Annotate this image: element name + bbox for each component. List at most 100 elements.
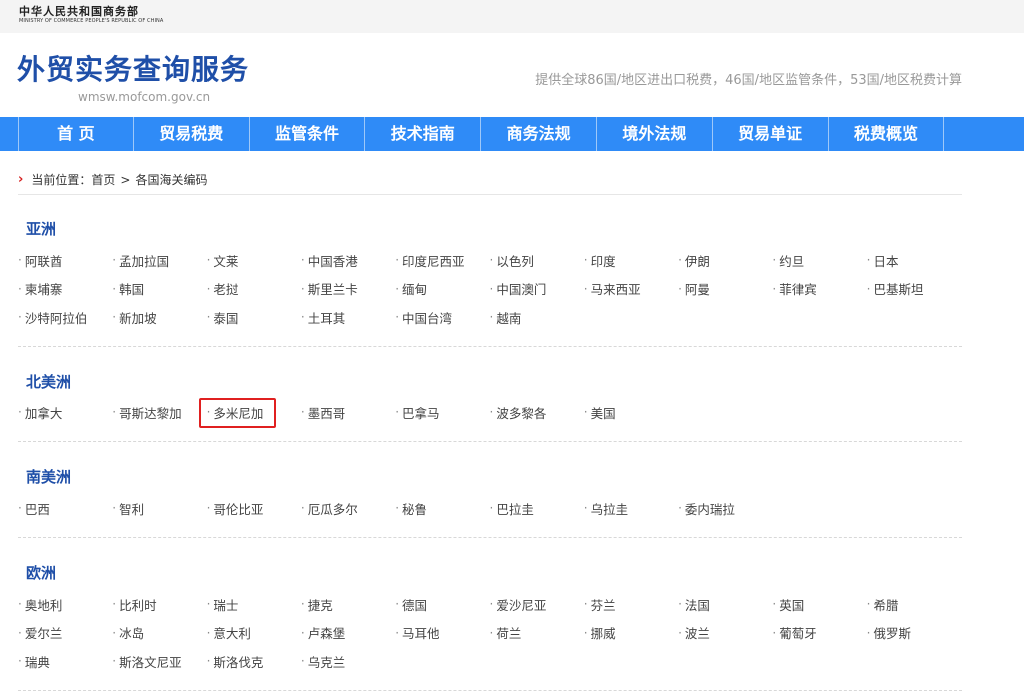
country-link[interactable]: · 乌拉圭 <box>584 494 678 523</box>
region-title-south-america: 南美洲 <box>26 468 72 486</box>
country-link[interactable]: · 阿曼 <box>678 275 772 304</box>
country-link[interactable]: · 乌克兰 <box>301 647 395 676</box>
country-link[interactable]: · 土耳其 <box>301 303 395 332</box>
nav-item[interactable]: 贸易单证 <box>713 117 829 151</box>
country-link[interactable]: · 斯洛伐克 <box>207 647 301 676</box>
country-link[interactable]: · 德国 <box>395 590 489 619</box>
nav-item[interactable]: 监管条件 <box>250 117 366 151</box>
bullet-dot-icon: · <box>112 625 117 640</box>
country-link[interactable]: · 加拿大 <box>18 398 112 427</box>
country-link[interactable]: · 爱尔兰 <box>18 619 112 648</box>
country-name: 印度 <box>590 253 616 269</box>
country-link[interactable]: · 马来西亚 <box>584 275 678 304</box>
country-link[interactable]: · 爱沙尼亚 <box>489 590 583 619</box>
country-link[interactable]: · 瑞典 <box>18 647 112 676</box>
bullet-dot-icon: · <box>112 597 117 612</box>
bullet-dot-icon: · <box>678 501 682 516</box>
country-link[interactable]: · 芬兰 <box>584 590 678 619</box>
nav-item[interactable]: 首 页 <box>18 117 134 151</box>
breadcrumb-home-link[interactable]: 首页 <box>91 171 115 188</box>
country-link[interactable]: · 孟加拉国 <box>112 246 206 275</box>
nav-item[interactable]: 贸易税费 <box>134 117 250 151</box>
bullet-dot-icon: · <box>206 310 211 325</box>
country-link[interactable]: · 沙特阿拉伯 <box>18 303 112 332</box>
top-bar: 中华人民共和国商务部 MINISTRY OF COMMERCE PEOPLE'S… <box>0 0 1024 33</box>
country-link[interactable]: · 英国 <box>772 590 866 619</box>
country-name: 印度尼西亚 <box>402 253 465 269</box>
bullet-dot-icon: · <box>395 310 400 325</box>
country-link[interactable]: · 伊朗 <box>678 246 772 275</box>
country-link[interactable]: · 巴拿马 <box>395 398 489 427</box>
country-link[interactable]: · 柬埔寨 <box>18 275 112 304</box>
country-link[interactable]: · 波多黎各 <box>489 398 583 427</box>
country-link[interactable]: · 美国 <box>584 398 678 427</box>
country-link[interactable]: · 老挝 <box>207 275 301 304</box>
country-link[interactable]: · 波兰 <box>678 619 772 648</box>
country-name: 美国 <box>590 405 616 421</box>
country-link[interactable]: · 马耳他 <box>395 619 489 648</box>
country-link[interactable]: · 中国台湾 <box>395 303 489 332</box>
bullet-dot-icon: · <box>866 281 871 296</box>
country-link[interactable]: · 新加坡 <box>112 303 206 332</box>
country-link[interactable]: · 奥地利 <box>18 590 112 619</box>
country-link[interactable]: · 多米尼加 <box>207 398 301 427</box>
country-link[interactable]: · 越南 <box>489 303 583 332</box>
bullet-dot-icon: · <box>300 597 305 612</box>
country-link[interactable]: · 瑞士 <box>207 590 301 619</box>
country-link[interactable]: · 斯里兰卡 <box>301 275 395 304</box>
country-link[interactable]: · 泰国 <box>207 303 301 332</box>
nav-item[interactable]: 境外法规 <box>597 117 713 151</box>
country-link[interactable]: · 秘鲁 <box>395 494 489 523</box>
country-link[interactable]: · 巴拉圭 <box>489 494 583 523</box>
country-link[interactable]: · 荷兰 <box>489 619 583 648</box>
country-link[interactable]: · 墨西哥 <box>301 398 395 427</box>
country-name: 新加坡 <box>119 310 157 326</box>
country-link[interactable]: · 俄罗斯 <box>867 619 961 648</box>
bullet-dot-icon: · <box>489 310 494 325</box>
bullet-dot-icon: · <box>395 281 400 296</box>
country-link[interactable]: · 以色列 <box>489 246 583 275</box>
country-link[interactable]: · 法国 <box>678 590 772 619</box>
bullet-dot-icon: · <box>678 281 682 296</box>
nav-item[interactable]: 技术指南 <box>365 117 482 151</box>
country-link[interactable]: · 印度尼西亚 <box>395 246 489 275</box>
country-link[interactable]: · 巴基斯坦 <box>867 275 961 304</box>
country-link[interactable]: · 哥伦比亚 <box>207 494 301 523</box>
country-link[interactable]: · 卢森堡 <box>301 619 395 648</box>
country-link[interactable]: · 巴西 <box>18 494 112 523</box>
country-link[interactable]: · 阿联酋 <box>18 246 112 275</box>
bullet-dot-icon: · <box>112 405 117 420</box>
country-link[interactable]: · 中国香港 <box>301 246 395 275</box>
country-link[interactable]: · 韩国 <box>112 275 206 304</box>
country-link[interactable]: · 哥斯达黎加 <box>112 398 206 427</box>
country-link[interactable]: · 比利时 <box>112 590 206 619</box>
bullet-dot-icon: · <box>489 253 494 268</box>
country-link[interactable]: · 委内瑞拉 <box>678 494 772 523</box>
country-link[interactable]: · 约旦 <box>772 246 866 275</box>
country-grid-south-america: · 巴西 · 智利 · 哥伦比亚 · 厄瓜多尔 · 秘鲁 · 巴拉圭 · 乌拉圭 · 委内瑞拉 <box>18 494 968 523</box>
country-link[interactable]: · 挪威 <box>584 619 678 648</box>
nav-item[interactable]: 商务法规 <box>481 117 597 151</box>
country-link[interactable]: · 葡萄牙 <box>772 619 866 648</box>
country-link[interactable]: · 冰岛 <box>112 619 206 648</box>
country-link[interactable]: · 厄瓜多尔 <box>301 494 395 523</box>
country-name: 波兰 <box>684 626 710 642</box>
nav-item[interactable]: 税费概览 <box>829 117 945 151</box>
country-link[interactable]: · 文莱 <box>207 246 301 275</box>
country-link[interactable]: · 日本 <box>867 246 961 275</box>
country-link[interactable]: · 印度 <box>584 246 678 275</box>
country-link[interactable]: · 斯洛文尼亚 <box>112 647 206 676</box>
site-title[interactable]: 外贸实务查询服务 <box>17 52 249 88</box>
bullet-dot-icon: · <box>112 654 117 669</box>
bullet-dot-icon: · <box>112 310 117 325</box>
country-link[interactable]: · 智利 <box>112 494 206 523</box>
country-name: 卢森堡 <box>307 626 346 642</box>
country-link[interactable]: · 希腊 <box>867 590 961 619</box>
ministry-logo[interactable]: 中华人民共和国商务部 MINISTRY OF COMMERCE PEOPLE'S… <box>19 5 163 24</box>
country-link[interactable]: · 菲律宾 <box>772 275 866 304</box>
country-link[interactable]: · 中国澳门 <box>489 275 583 304</box>
bullet-dot-icon: · <box>300 253 305 268</box>
country-link[interactable]: · 捷克 <box>301 590 395 619</box>
country-link[interactable]: · 缅甸 <box>395 275 489 304</box>
country-link[interactable]: · 意大利 <box>207 619 301 648</box>
